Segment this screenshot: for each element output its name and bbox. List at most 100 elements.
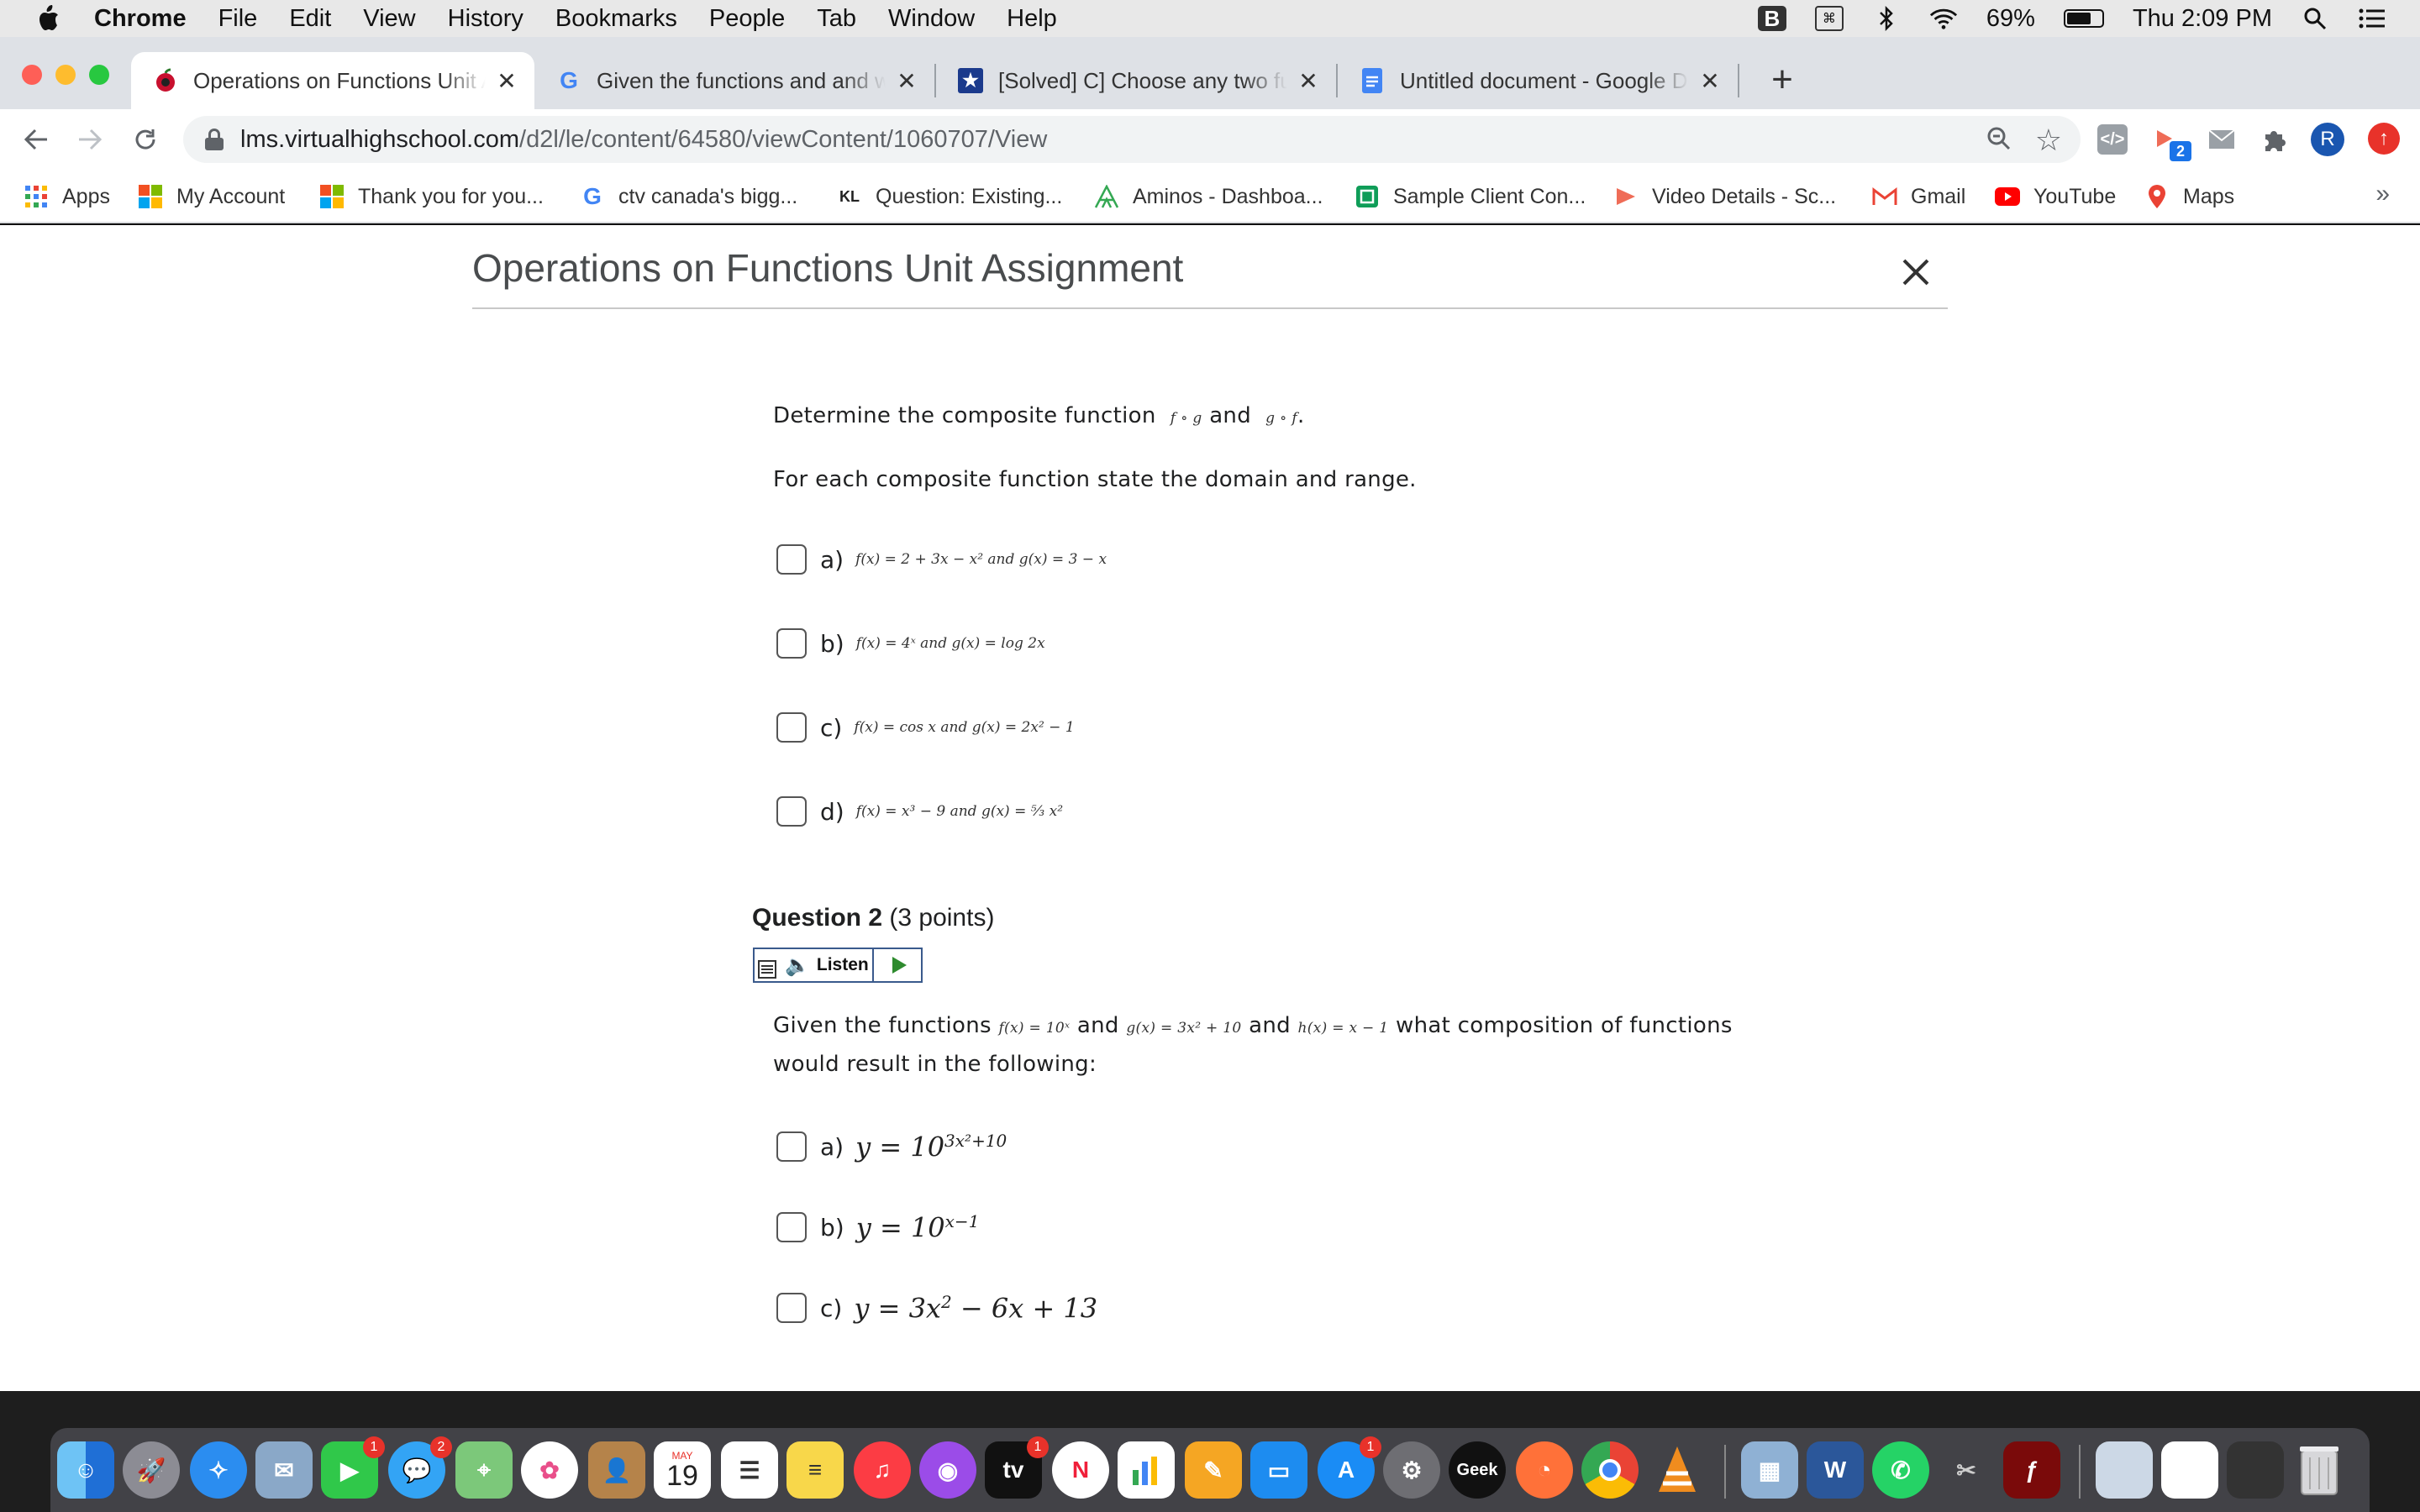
- bookmark-question-existing[interactable]: KL Question: Existing...: [837, 181, 1062, 212]
- play-icon[interactable]: [892, 957, 907, 974]
- checkbox[interactable]: [776, 796, 807, 827]
- bookmark-ctv[interactable]: G ctv canada's bigg...: [580, 181, 797, 212]
- flash-player-icon[interactable]: ƒ: [2003, 1441, 2060, 1499]
- preview-icon[interactable]: ▦: [1741, 1441, 1798, 1499]
- apple-menu-icon[interactable]: [34, 3, 62, 34]
- bookmarks-overflow-icon[interactable]: »: [2375, 180, 2390, 208]
- keyboard-status-icon[interactable]: ⌘: [1814, 6, 1844, 31]
- tab-untitled-document[interactable]: Untitled document - Google Docs ✕: [1338, 52, 1738, 109]
- window-minimize-button[interactable]: [55, 65, 76, 85]
- q1-option-a[interactable]: a) f(x) = 2 + 3x − x² and g(x) = 3 − x: [776, 544, 1107, 575]
- menu-history[interactable]: History: [448, 5, 523, 33]
- bitwarden-status-icon[interactable]: B: [1757, 6, 1786, 31]
- bookmark-youtube[interactable]: YouTube: [1995, 181, 2116, 212]
- checkbox[interactable]: [776, 1131, 807, 1163]
- wifi-icon[interactable]: [1929, 6, 1958, 31]
- tab-operations-on-functions[interactable]: Operations on Functions Unit Assignment …: [131, 52, 534, 109]
- reload-button[interactable]: [126, 120, 165, 159]
- extensions-puzzle-icon[interactable]: [2259, 124, 2289, 155]
- safari-icon[interactable]: ✧: [190, 1441, 247, 1499]
- close-icon[interactable]: [1901, 257, 1931, 287]
- pages-icon[interactable]: ✎: [1185, 1441, 1242, 1499]
- firefox-icon[interactable]: ◔: [1516, 1441, 1573, 1499]
- q1-option-b[interactable]: b) f(x) = 4ˣ and g(x) = log 2x: [776, 628, 1045, 659]
- chrome-icon[interactable]: [1581, 1441, 1639, 1499]
- reminders-icon[interactable]: ☰: [721, 1441, 778, 1499]
- menu-people[interactable]: People: [709, 5, 785, 33]
- calendar-icon[interactable]: MAY 19: [654, 1441, 711, 1499]
- tab-given-the-functions[interactable]: G Given the functions and and what compo…: [534, 52, 934, 109]
- mail-stamp-icon[interactable]: ✉: [255, 1441, 313, 1499]
- menu-edit[interactable]: Edit: [289, 5, 331, 33]
- forward-button[interactable]: [71, 120, 109, 159]
- podcasts-icon[interactable]: ◉: [919, 1441, 976, 1499]
- whatsapp-icon[interactable]: ✆: [1872, 1441, 1929, 1499]
- bookmark-star-icon[interactable]: ☆: [2035, 123, 2062, 158]
- menu-help[interactable]: Help: [1007, 5, 1057, 33]
- menu-bookmarks[interactable]: Bookmarks: [555, 5, 677, 33]
- bookmark-maps[interactable]: Maps: [2144, 181, 2234, 212]
- mail-extension-icon[interactable]: [2207, 124, 2237, 155]
- menu-window[interactable]: Window: [888, 5, 975, 33]
- photos-icon[interactable]: ✿: [521, 1441, 578, 1499]
- checkbox[interactable]: [776, 1293, 807, 1324]
- bookmark-thank-you[interactable]: Thank you for you...: [319, 181, 544, 212]
- tab-close-icon[interactable]: ✕: [1697, 68, 1723, 94]
- finder-icon[interactable]: ☺: [57, 1441, 114, 1499]
- tab-close-icon[interactable]: ✕: [894, 68, 919, 94]
- zoom-icon[interactable]: [1986, 126, 2012, 158]
- q1-option-c[interactable]: c) f(x) = cos x and g(x) = 2x² − 1: [776, 712, 1075, 743]
- utilities-icon[interactable]: ✂: [1938, 1441, 1995, 1499]
- tab-close-icon[interactable]: ✕: [1296, 68, 1321, 94]
- listen-button[interactable]: 🔈 Listen: [753, 948, 923, 983]
- window-close-button[interactable]: [22, 65, 42, 85]
- app-store-icon[interactable]: A1: [1318, 1436, 1381, 1499]
- battery-icon[interactable]: [2063, 9, 2104, 28]
- q2-option-c[interactable]: c) y = 3x2 − 6x + 13: [776, 1292, 1097, 1325]
- notes-icon[interactable]: ≡: [786, 1441, 844, 1499]
- news-icon[interactable]: N: [1052, 1441, 1109, 1499]
- window-zoom-button[interactable]: [89, 65, 109, 85]
- checkbox[interactable]: [776, 712, 807, 743]
- window-thumb-icon[interactable]: [2227, 1441, 2284, 1499]
- messages-icon[interactable]: 💬 2: [388, 1436, 452, 1499]
- menu-app-name[interactable]: Chrome: [94, 5, 187, 33]
- contacts-icon[interactable]: 👤: [588, 1441, 645, 1499]
- numbers-icon[interactable]: [1118, 1441, 1175, 1499]
- chrome-update-icon[interactable]: ↑: [2368, 123, 2400, 155]
- lock-icon[interactable]: [205, 129, 224, 150]
- document-thumb-icon[interactable]: [2161, 1441, 2218, 1499]
- screenshot-thumb-icon[interactable]: [2096, 1441, 2153, 1499]
- bookmark-video-details[interactable]: Video Details - Sc...: [1613, 181, 1836, 212]
- new-tab-button[interactable]: +: [1761, 59, 1803, 101]
- bookmark-gmail[interactable]: Gmail: [1872, 181, 1965, 212]
- menu-tab[interactable]: Tab: [817, 5, 856, 33]
- address-bar[interactable]: lms.virtualhighschool.com/d2l/le/content…: [183, 116, 2081, 163]
- back-button[interactable]: [17, 120, 55, 159]
- bookmark-apps[interactable]: Apps: [24, 181, 110, 212]
- facetime-icon[interactable]: ▶ 1: [321, 1436, 385, 1499]
- checkbox[interactable]: [776, 1212, 807, 1243]
- clock[interactable]: Thu 2:09 PM: [2133, 5, 2272, 33]
- tab-close-icon[interactable]: ✕: [494, 68, 519, 94]
- menu-view[interactable]: View: [363, 5, 415, 33]
- notification-center-icon[interactable]: [2358, 6, 2386, 31]
- q1-option-d[interactable]: d) f(x) = x³ − 9 and g(x) = ⁵⁄₃ x²: [776, 796, 1063, 827]
- code-extension-icon[interactable]: </>: [2097, 124, 2128, 155]
- keynote-icon[interactable]: ▭: [1250, 1441, 1307, 1499]
- q2-option-b[interactable]: b) y = 10x−1: [776, 1211, 979, 1244]
- trash-icon[interactable]: [2291, 1441, 2348, 1499]
- checkbox[interactable]: [776, 544, 807, 575]
- bookmark-my-account[interactable]: My Account: [138, 181, 285, 212]
- geek-squad-icon[interactable]: Geek: [1449, 1441, 1506, 1499]
- apple-tv-icon[interactable]: tv 1: [985, 1436, 1049, 1499]
- music-icon[interactable]: ♫: [854, 1441, 911, 1499]
- word-icon[interactable]: W: [1807, 1441, 1864, 1499]
- tab-solved-choose-any-two[interactable]: ★ [Solved] C] Choose any two functions ✕: [936, 52, 1336, 109]
- menu-file[interactable]: File: [218, 5, 258, 33]
- spotlight-search-icon[interactable]: [2301, 6, 2329, 31]
- bluetooth-icon[interactable]: [1872, 6, 1901, 31]
- bookmark-aminos[interactable]: Aminos - Dashboa...: [1094, 181, 1323, 212]
- checkbox[interactable]: [776, 628, 807, 659]
- maps-app-icon[interactable]: ⌖: [455, 1441, 513, 1499]
